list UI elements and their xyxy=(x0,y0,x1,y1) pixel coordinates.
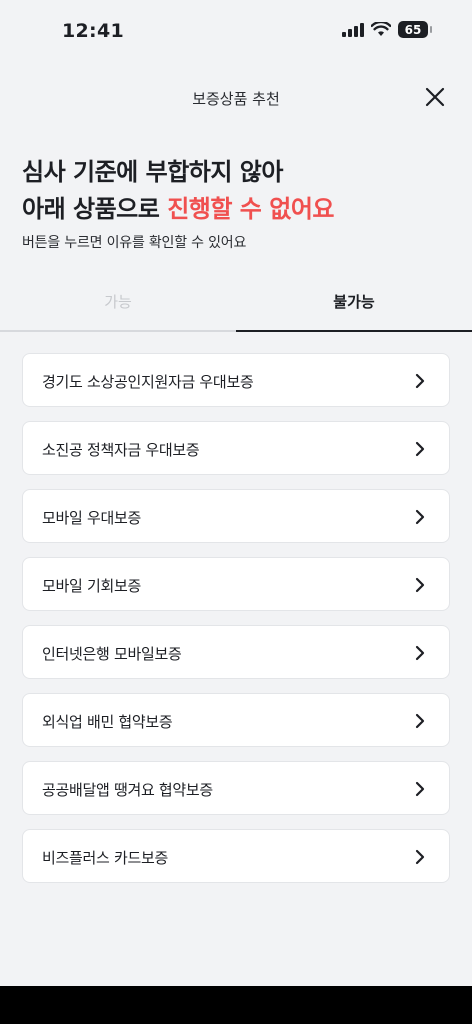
close-icon xyxy=(425,87,445,107)
product-item[interactable]: 외식업 배민 협약보증 xyxy=(22,693,450,747)
bottom-bar xyxy=(0,986,472,1024)
product-list: 경기도 소상공인지원자금 우대보증 소진공 정책자금 우대보증 모바일 우대보증… xyxy=(22,353,450,897)
header: 보증상품 추천 xyxy=(0,76,472,120)
headline-line2-prefix: 아래 상품으로 xyxy=(22,195,168,223)
product-label: 비즈플러스 카드보증 xyxy=(42,849,168,867)
product-item[interactable]: 소진공 정책자금 우대보증 xyxy=(22,421,450,475)
tab-active-indicator xyxy=(236,330,472,332)
product-item[interactable]: 모바일 기회보증 xyxy=(22,557,450,611)
product-label: 모바일 기회보증 xyxy=(42,577,141,595)
headline-accent: 진행할 수 없어요 xyxy=(167,195,334,223)
headline: 심사 기준에 부합하지 않아 아래 상품으로 진행할 수 없어요 xyxy=(22,154,452,228)
page-title: 보증상품 추천 xyxy=(192,90,280,108)
product-label: 모바일 우대보증 xyxy=(42,509,141,527)
tab-bar: 가능 불가능 xyxy=(0,284,472,332)
headline-line2: 아래 상품으로 진행할 수 없어요 xyxy=(22,191,452,228)
chevron-right-icon xyxy=(415,713,425,729)
chevron-right-icon xyxy=(415,849,425,865)
tab-unavailable[interactable]: 불가능 xyxy=(236,284,472,332)
tab-available[interactable]: 가능 xyxy=(0,284,236,332)
wifi-icon xyxy=(371,22,391,36)
product-label: 공공배달앱 땡겨요 협약보증 xyxy=(42,781,213,799)
close-button[interactable] xyxy=(422,84,448,110)
headline-line1: 심사 기준에 부합하지 않아 xyxy=(22,158,283,186)
chevron-right-icon xyxy=(415,781,425,797)
status-bar: 12:41 65 xyxy=(0,0,472,64)
battery-icon: 65 xyxy=(398,21,432,38)
cellular-signal-icon xyxy=(342,22,364,37)
product-label: 소진공 정책자금 우대보증 xyxy=(42,441,200,459)
product-label: 경기도 소상공인지원자금 우대보증 xyxy=(42,373,254,391)
product-item[interactable]: 비즈플러스 카드보증 xyxy=(22,829,450,883)
product-item[interactable]: 모바일 우대보증 xyxy=(22,489,450,543)
status-time: 12:41 xyxy=(62,20,124,42)
chevron-right-icon xyxy=(415,373,425,389)
chevron-right-icon xyxy=(415,577,425,593)
status-icons: 65 xyxy=(342,21,432,38)
product-item[interactable]: 경기도 소상공인지원자금 우대보증 xyxy=(22,353,450,407)
product-item[interactable]: 인터넷은행 모바일보증 xyxy=(22,625,450,679)
subtext: 버튼을 누르면 이유를 확인할 수 있어요 xyxy=(22,235,247,251)
product-label: 인터넷은행 모바일보증 xyxy=(42,645,182,663)
product-label: 외식업 배민 협약보증 xyxy=(42,713,173,731)
chevron-right-icon xyxy=(415,645,425,661)
product-item[interactable]: 공공배달앱 땡겨요 협약보증 xyxy=(22,761,450,815)
chevron-right-icon xyxy=(415,441,425,457)
battery-level: 65 xyxy=(404,22,422,37)
chevron-right-icon xyxy=(415,509,425,525)
